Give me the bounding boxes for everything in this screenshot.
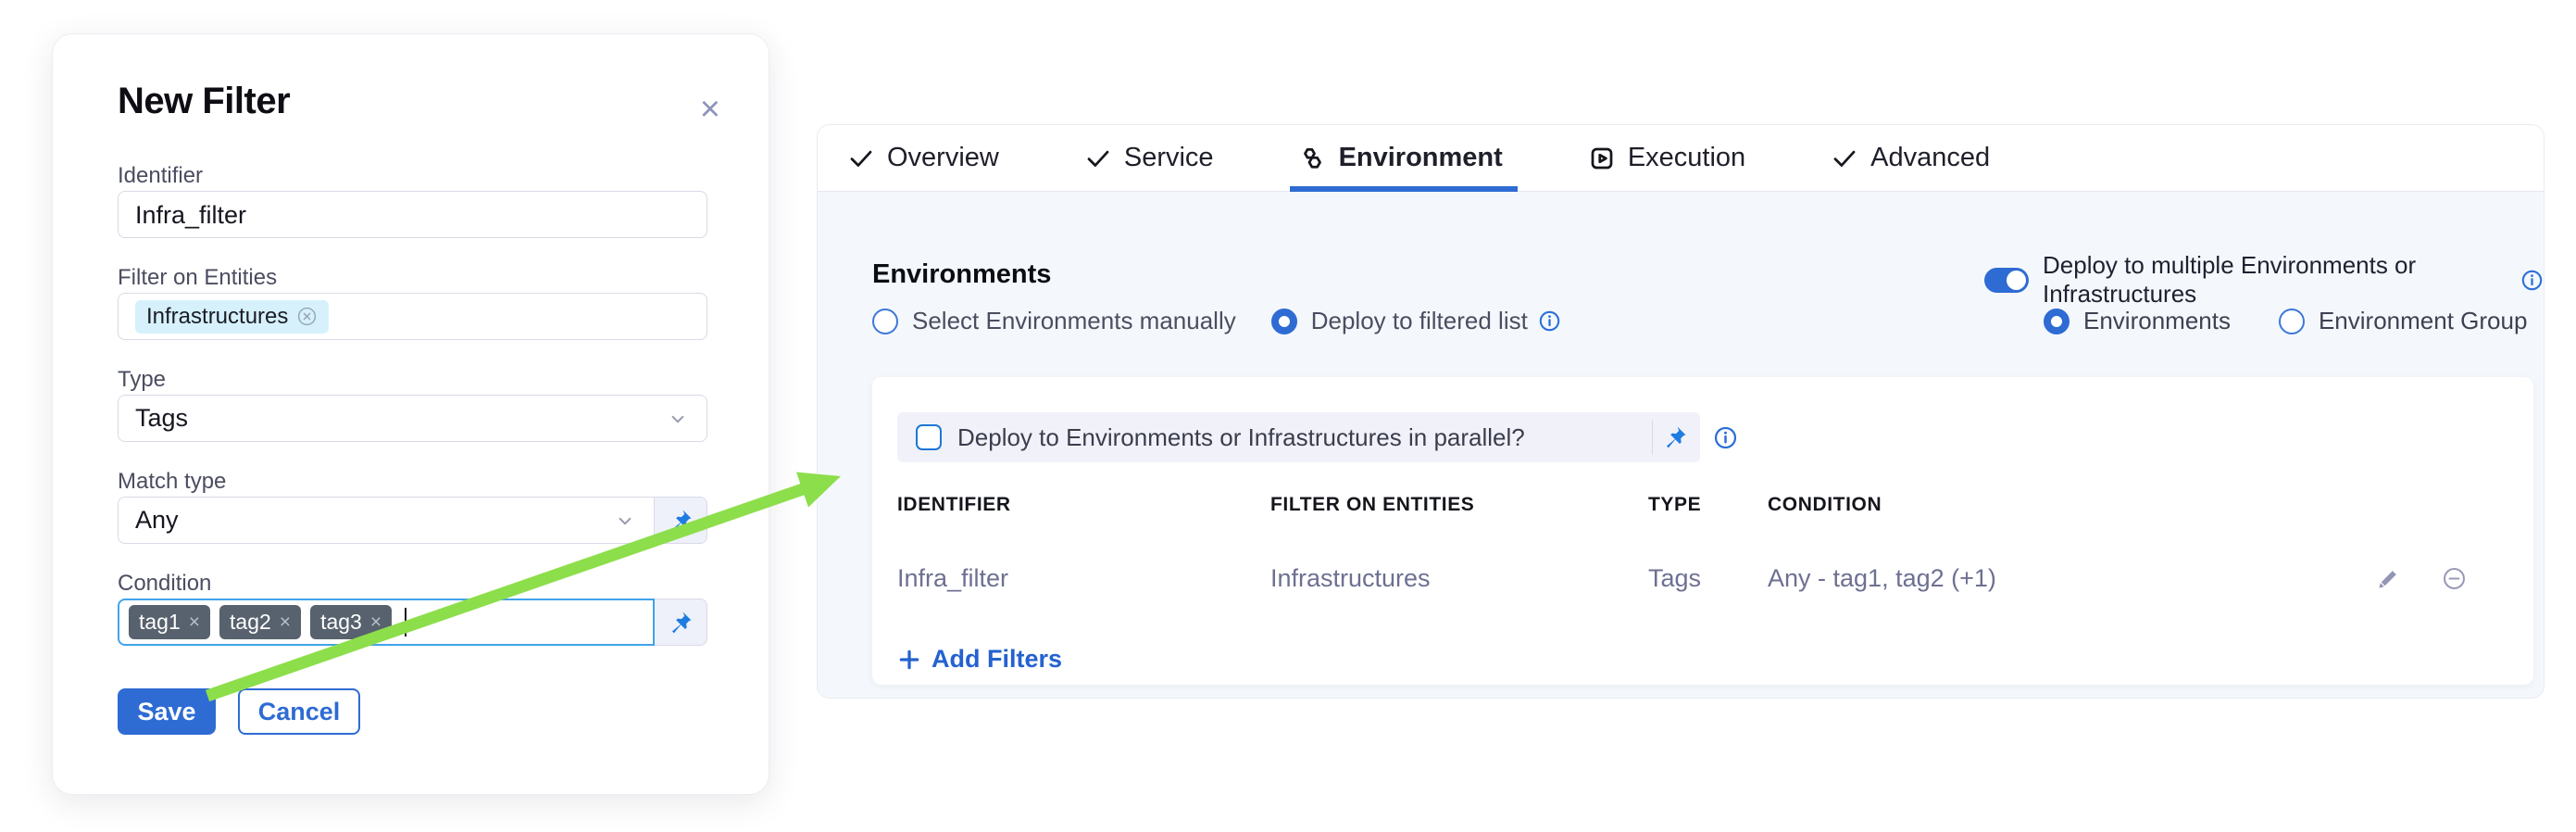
screen: New Filter × Identifier Filter on Entiti… <box>0 0 2576 832</box>
text-cursor <box>405 608 406 637</box>
parallel-pin-button[interactable] <box>1663 424 1688 454</box>
radio-label: Deploy to filtered list <box>1311 307 1528 335</box>
chevron-down-icon <box>666 407 690 431</box>
cell-filter-on-entities: Infrastructures <box>1270 564 1648 593</box>
divider <box>1652 420 1654 455</box>
condition-tag: tag3 × <box>310 605 392 639</box>
tag-remove-icon[interactable]: × <box>370 612 381 632</box>
cell-identifier: Infra_filter <box>897 564 1270 593</box>
pin-icon <box>669 610 694 635</box>
tab-execution[interactable]: Execution <box>1588 125 1745 192</box>
radio-label: Environments <box>2083 307 2231 335</box>
tab-service[interactable]: Service <box>1084 125 1214 192</box>
radio-checked[interactable] <box>2044 309 2070 334</box>
radio-unchecked[interactable] <box>872 309 898 334</box>
col-filter-on-entities: FILTER ON ENTITIES <box>1270 494 1648 516</box>
radio-checked[interactable] <box>1271 309 1297 334</box>
entities-label: Filter on Entities <box>118 266 707 289</box>
tab-label: Overview <box>887 143 999 173</box>
info-icon[interactable] <box>2520 269 2544 292</box>
add-filters-label: Add Filters <box>932 645 1062 674</box>
new-filter-modal: New Filter × Identifier Filter on Entiti… <box>52 33 769 795</box>
radio-select-environments-manually[interactable]: Select Environments manually <box>872 307 1236 335</box>
environment-icon <box>1299 145 1327 172</box>
tag-label: tag2 <box>230 610 271 635</box>
toggle-knob <box>2007 271 2026 290</box>
condition-label: Condition <box>118 572 707 595</box>
tab-label: Advanced <box>1870 143 1990 173</box>
environment-tab-content: Environments Select Environments manuall… <box>818 192 2544 699</box>
match-type-select-value: Any <box>135 506 179 535</box>
cell-condition: Any - tag1, tag2 (+1) <box>1768 564 2376 593</box>
tag-label: tag1 <box>139 610 181 635</box>
check-icon <box>847 145 875 172</box>
condition-pin-button[interactable] <box>655 599 707 646</box>
type-label: Type <box>118 368 707 391</box>
entities-input[interactable]: Infrastructures <box>118 293 707 340</box>
tab-overview[interactable]: Overview <box>847 125 999 192</box>
filters-table-header: IDENTIFIER FILTER ON ENTITIES TYPE CONDI… <box>897 494 2533 516</box>
tag-label: tag3 <box>320 610 362 635</box>
table-row[interactable]: Infra_filter Infrastructures Tags Any - … <box>897 564 2533 593</box>
radio-unchecked[interactable] <box>2279 309 2305 334</box>
type-select[interactable]: Tags <box>118 395 707 442</box>
multi-env-toggle[interactable] <box>1984 268 2029 293</box>
tab-advanced[interactable]: Advanced <box>1831 125 1990 192</box>
radio-environment-group[interactable]: Environment Group <box>2279 307 2527 335</box>
multi-env-toggle-label: Deploy to multiple Environments or Infra… <box>2043 251 2510 309</box>
multi-env-toggle-row: Deploy to multiple Environments or Infra… <box>1984 251 2544 309</box>
tab-label: Execution <box>1628 143 1745 173</box>
parallel-checkbox-bar: Deploy to Environments or Infrastructure… <box>897 412 1700 462</box>
tag-remove-icon[interactable]: × <box>280 612 291 632</box>
tab-label: Environment <box>1339 143 1503 173</box>
check-icon <box>1084 145 1112 172</box>
col-condition: CONDITION <box>1768 494 2376 516</box>
entity-chip: Infrastructures <box>135 300 329 334</box>
condition-tag: tag2 × <box>219 605 301 639</box>
condition-input[interactable]: tag1 × tag2 × tag3 × <box>118 599 655 646</box>
plus-icon <box>897 648 921 672</box>
edit-icon[interactable] <box>2376 566 2401 591</box>
pin-icon <box>1663 424 1688 449</box>
col-identifier: IDENTIFIER <box>897 494 1270 516</box>
parallel-checkbox-label: Deploy to Environments or Infrastructure… <box>957 423 1525 452</box>
pipeline-stage-panel: Overview Service Environment Execution <box>817 124 2545 699</box>
radio-deploy-to-filtered-list[interactable]: Deploy to filtered list <box>1271 307 1561 335</box>
tab-label: Service <box>1124 143 1214 173</box>
tag-remove-icon[interactable]: × <box>189 612 200 632</box>
pin-icon <box>669 508 694 533</box>
chevron-down-icon <box>613 509 637 533</box>
match-type-pin-button[interactable] <box>655 497 707 544</box>
remove-icon[interactable] <box>2442 566 2467 591</box>
tab-environment[interactable]: Environment <box>1299 125 1503 192</box>
radio-label: Select Environments manually <box>912 307 1236 335</box>
identifier-input[interactable] <box>118 191 707 238</box>
cancel-button[interactable]: Cancel <box>238 688 360 735</box>
environment-filters-card: Deploy to Environments or Infrastructure… <box>872 377 2533 685</box>
save-button[interactable]: Save <box>118 688 216 735</box>
condition-tag: tag1 × <box>129 605 210 639</box>
match-type-label: Match type <box>118 470 707 493</box>
info-icon[interactable] <box>1538 309 1561 333</box>
stage-tabbar: Overview Service Environment Execution <box>818 125 2544 192</box>
radio-label: Environment Group <box>2319 307 2527 335</box>
cell-type: Tags <box>1648 564 1768 593</box>
add-filters-button[interactable]: Add Filters <box>897 645 1062 674</box>
radio-environments[interactable]: Environments <box>2044 307 2231 335</box>
parallel-checkbox[interactable] <box>916 424 942 450</box>
col-type: TYPE <box>1648 494 1768 516</box>
entity-chip-label: Infrastructures <box>146 304 288 330</box>
check-icon <box>1831 145 1858 172</box>
info-icon[interactable] <box>1713 425 1738 450</box>
match-type-select[interactable]: Any <box>118 497 655 544</box>
identifier-label: Identifier <box>118 164 707 187</box>
filters-table: IDENTIFIER FILTER ON ENTITIES TYPE CONDI… <box>897 494 2533 593</box>
chip-remove-icon[interactable] <box>296 306 318 327</box>
type-select-value: Tags <box>135 404 188 433</box>
execution-icon <box>1588 145 1616 172</box>
modal-title: New Filter <box>118 81 707 121</box>
close-icon[interactable]: × <box>700 92 720 127</box>
